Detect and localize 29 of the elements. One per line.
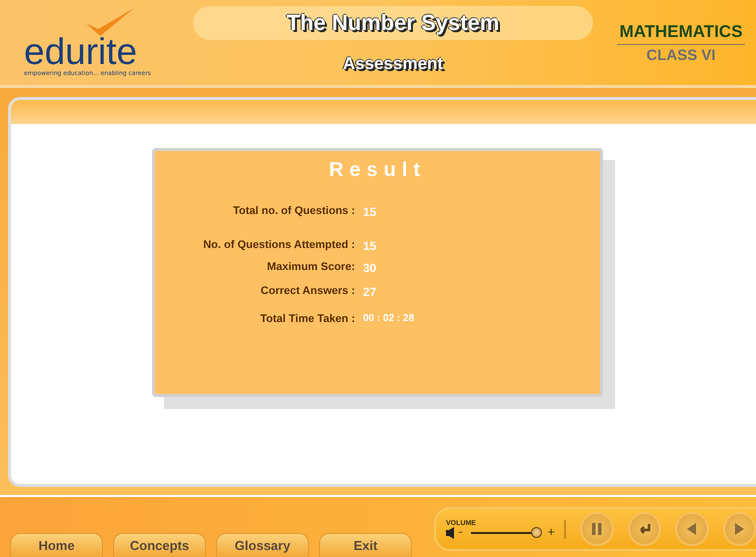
result-value: 27 (363, 285, 376, 299)
nav-tab[interactable]: Glossary (216, 533, 309, 557)
result-title: Result (328, 159, 426, 182)
result-label: No. of Questions Attempted : (203, 239, 355, 253)
result-label: Total Time Taken : (260, 313, 355, 325)
checkmark-icon (86, 8, 136, 36)
class-label: CLASS VI (646, 47, 716, 64)
nav-tab[interactable]: Home (10, 533, 103, 557)
volume-thumb[interactable] (530, 526, 542, 538)
replay-button[interactable] (628, 512, 662, 546)
minus-label: – (458, 528, 463, 538)
nav-tab[interactable]: Concepts (113, 533, 206, 557)
result-value: 15 (363, 239, 376, 253)
subject-label: MATHEMATICS (617, 22, 745, 45)
plus-label: + (547, 528, 556, 538)
result-label: Maximum Score: (266, 261, 355, 275)
result-label: Total no. of Questions : (232, 205, 355, 219)
speaker-icon (446, 526, 456, 538)
page-title: The Number System (286, 10, 500, 36)
result-label: Correct Answers : (260, 285, 355, 299)
result-value: 30 (363, 261, 376, 275)
next-button[interactable] (722, 512, 756, 546)
page-subtitle: Assessment (342, 54, 444, 74)
pause-button[interactable] (580, 512, 614, 546)
result-value: 00 : 02 : 28 (363, 313, 414, 325)
logo: edurite (24, 33, 138, 70)
back-button[interactable] (675, 512, 709, 546)
nav-tab[interactable]: Exit (319, 533, 412, 557)
result-value: 15 (363, 205, 376, 219)
